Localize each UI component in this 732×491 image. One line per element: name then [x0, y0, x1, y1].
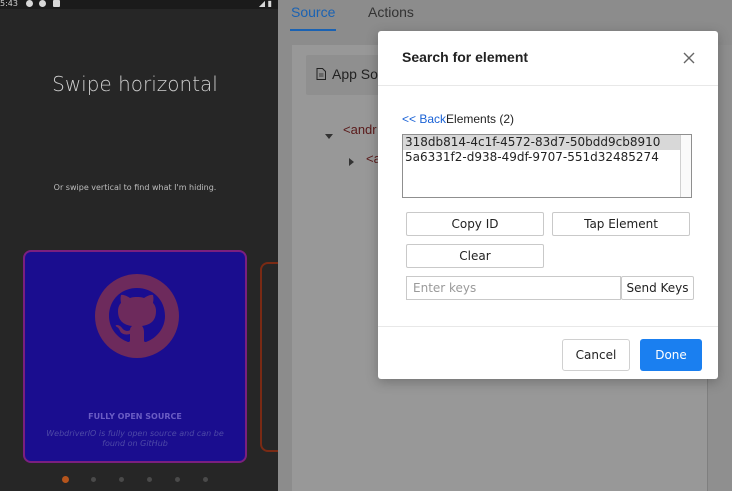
modal-header: Search for element — [378, 31, 718, 86]
source-title: App So — [332, 66, 378, 82]
status-time: 5:43 — [0, 0, 18, 8]
elements-list[interactable]: 318db814-4c1f-4572-83d7-50bdd9cb8910 5a6… — [402, 134, 692, 198]
notification-icon — [26, 0, 33, 7]
close-icon[interactable] — [682, 51, 696, 65]
list-item[interactable]: 5a6331f2-d938-49df-9707-551d32485274 — [403, 150, 691, 165]
cancel-button[interactable]: Cancel — [562, 339, 630, 371]
github-icon — [95, 274, 179, 358]
modal-footer: Cancel Done — [378, 326, 718, 380]
keys-input[interactable] — [406, 276, 621, 300]
modal-title: Search for element — [402, 49, 529, 65]
done-button[interactable]: Done — [640, 339, 702, 371]
notification-icon — [39, 0, 46, 7]
search-element-modal: Search for element << BackElements (2) 3… — [378, 31, 718, 379]
swipe-title: Swipe horizontal — [52, 72, 218, 96]
tap-element-button[interactable]: Tap Element — [552, 212, 690, 236]
card-title: FULLY OPEN SOURCE — [88, 412, 182, 421]
tab-active-indicator — [290, 29, 336, 31]
list-scrollbar[interactable] — [680, 135, 691, 197]
device-status-bar: 5:43 ◢ ▮ — [0, 0, 278, 9]
card-text: WebdriverIO is fully open source and can… — [46, 429, 224, 448]
pagination-dot-active — [62, 476, 69, 483]
tab-source[interactable]: Source — [291, 4, 335, 20]
swipe-subtitle: Or swipe vertical to find what I'm hidin… — [53, 183, 217, 192]
list-item[interactable]: 318db814-4c1f-4572-83d7-50bdd9cb8910 — [403, 135, 681, 150]
battery-signal-icon: ◢ ▮ — [258, 0, 272, 8]
pagination-dot — [91, 477, 96, 482]
file-icon — [316, 67, 326, 80]
caret-down-icon[interactable] — [325, 127, 333, 139]
device-screen[interactable]: 5:43 ◢ ▮ Swipe horizontal Or swipe verti… — [0, 0, 278, 491]
pagination-dot — [119, 477, 124, 482]
carousel-card[interactable]: FULLY OPEN SOURCE WebdriverIO is fully o… — [23, 250, 247, 463]
tree-node[interactable]: <andr — [343, 122, 377, 137]
inspector-tabs: Source Actions — [278, 0, 732, 32]
back-link[interactable]: << Back — [402, 112, 446, 126]
send-keys-button[interactable]: Send Keys — [621, 276, 694, 300]
elements-count: Elements (2) — [446, 112, 515, 126]
pagination-dot — [175, 477, 180, 482]
tab-actions[interactable]: Actions — [368, 4, 414, 20]
carousel-card-next[interactable] — [260, 262, 278, 452]
copy-id-button[interactable]: Copy ID — [406, 212, 544, 236]
notification-icon — [53, 0, 60, 7]
pagination-dot — [147, 477, 152, 482]
caret-right-icon[interactable] — [349, 153, 355, 166]
clear-button[interactable]: Clear — [406, 244, 544, 268]
back-row: << BackElements (2) — [402, 112, 514, 126]
pagination-dot — [203, 477, 208, 482]
